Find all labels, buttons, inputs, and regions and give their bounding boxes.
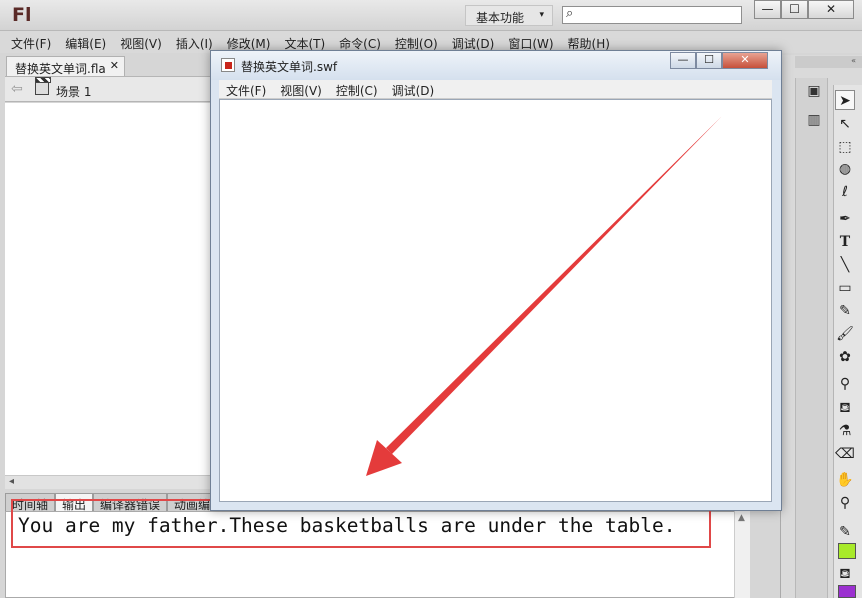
text-tool-icon[interactable]: T [835,232,855,252]
swf-menu-view[interactable]: 视图(V) [280,80,322,98]
pencil-tool-icon[interactable]: ✎ [835,301,855,321]
flash-player-icon [221,58,235,72]
fill-color-swatch[interactable] [838,585,856,598]
zoom-tool-icon[interactable]: ⚲ [835,493,855,513]
close-icon[interactable]: ✕ [110,59,119,72]
brush-tool-icon[interactable]: 🖌 [835,324,855,344]
swf-window-title: 替换英文单词.swf [241,60,338,74]
scroll-up-icon[interactable]: ▲ [738,513,745,523]
document-tab-label: 替换英文单词.fla [15,62,106,76]
stroke-color-swatch[interactable] [838,543,856,559]
close-button[interactable]: ✕ [808,0,854,19]
bone-tool-icon[interactable]: ⚲ [835,374,855,394]
workspace-switcher[interactable]: 基本功能 ▾ [465,5,553,26]
lasso-tool-icon[interactable]: ℓ [835,182,855,202]
menu-insert[interactable]: 插入(I) [176,31,213,53]
eraser-tool-icon[interactable]: ⌫ [835,444,855,464]
swf-menu-control[interactable]: 控制(C) [336,80,378,98]
menu-view[interactable]: 视图(V) [120,31,162,53]
chevron-down-icon: ▾ [539,10,544,20]
subselection-tool-icon[interactable]: ↖ [835,114,855,134]
panel-icon-column [795,78,828,598]
document-tab[interactable]: 替换英文单词.fla ✕ [6,56,125,76]
search-icon: ⌕ [566,6,574,21]
3d-rotation-tool-icon[interactable]: ◍ [835,159,855,179]
minimize-button[interactable]: — [754,0,781,19]
workspace-label: 基本功能 [476,11,525,25]
pen-tool-icon[interactable]: ✒ [835,209,855,229]
swf-content-area[interactable] [219,99,772,502]
deco-tool-icon[interactable]: ✿ [835,347,855,367]
maximize-button[interactable]: ☐ [781,0,808,19]
collapse-icon[interactable]: « [851,56,856,65]
swf-minimize-button[interactable]: — [670,52,696,69]
swf-close-button[interactable]: ✕ [722,52,768,69]
output-vertical-scrollbar[interactable]: ▲ [734,511,750,598]
help-search-input[interactable]: ⌕ [562,6,742,24]
flash-logo: Fl [12,4,32,26]
library-panel-icon[interactable]: ▥ [805,111,823,129]
hand-tool-icon[interactable]: ✋ [835,470,855,490]
eyedropper-tool-icon[interactable]: ⚗ [835,421,855,441]
free-transform-tool-icon[interactable]: ⬚ [835,137,855,157]
paint-bucket-tool-icon[interactable]: ⛾ [835,398,855,418]
fill-color-icon[interactable]: ⛾ [835,564,855,584]
properties-panel-icon[interactable]: ▣ [805,82,823,100]
scene-icon [35,77,51,95]
scroll-left-icon[interactable]: ◂ [9,476,14,487]
stroke-color-icon[interactable]: ✎ [835,522,855,542]
scene-label: 场景 1 [56,85,92,99]
back-arrow-icon[interactable]: ⇦ [11,81,23,97]
menu-edit[interactable]: 编辑(E) [65,31,106,53]
swf-menu-debug[interactable]: 调试(D) [392,80,435,98]
line-tool-icon[interactable]: ╲ [835,255,855,275]
menu-file[interactable]: 文件(F) [11,31,51,53]
dock-collapse-bar[interactable]: « [795,56,862,68]
swf-menu-file[interactable]: 文件(F) [226,80,266,98]
swf-maximize-button[interactable]: ☐ [696,52,722,69]
swf-menu-bar: 文件(F) 视图(V) 控制(C) 调试(D) [219,80,772,99]
selection-tool-icon[interactable]: ➤ [835,90,855,110]
rectangle-tool-icon[interactable]: ▭ [835,278,855,298]
